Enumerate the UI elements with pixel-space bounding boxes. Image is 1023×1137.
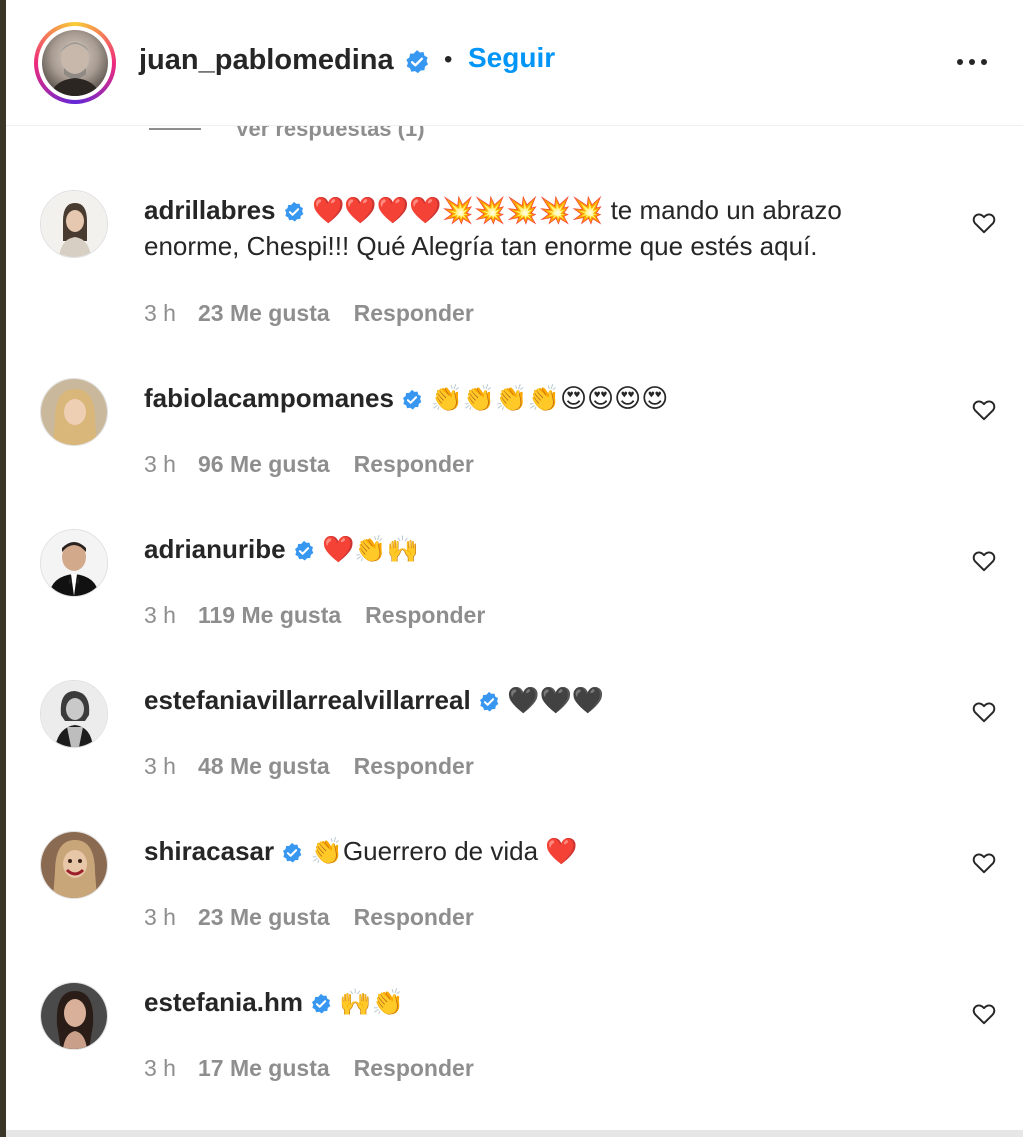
comment-text: adrianuribe ❤️👏🙌 bbox=[144, 531, 934, 567]
verified-badge-icon bbox=[403, 390, 422, 410]
avatar-portrait-icon bbox=[50, 41, 100, 96]
comment-text: estefania.hm 🙌👏 bbox=[144, 984, 934, 1020]
comment-username[interactable]: shiracasar bbox=[144, 836, 274, 866]
comment-time[interactable]: 3 h bbox=[144, 451, 176, 477]
verified-badge-icon bbox=[406, 50, 429, 74]
avatar[interactable] bbox=[40, 982, 108, 1050]
comment-likes[interactable]: 119 Me gusta bbox=[198, 602, 341, 628]
comment-time[interactable]: 3 h bbox=[144, 300, 176, 326]
verified-badge-icon bbox=[294, 541, 314, 561]
more-options-icon[interactable] bbox=[950, 50, 990, 74]
comment-text: shiracasar 👏Guerrero de vida ❤️ bbox=[144, 833, 934, 869]
avatar[interactable] bbox=[40, 529, 108, 597]
heart-outline-icon[interactable] bbox=[971, 850, 997, 876]
comment-text: fabiolacampomanes 👏👏👏👏😍😍😍😍 bbox=[144, 380, 934, 416]
comment-username[interactable]: adrillabres bbox=[144, 195, 276, 225]
comment-meta: 3 h 17 Me gusta Responder bbox=[144, 1055, 474, 1082]
comment-content: ❤️👏🙌 bbox=[322, 534, 420, 564]
comment-time[interactable]: 3 h bbox=[144, 904, 176, 930]
comment-content: 👏👏👏👏😍😍😍😍 bbox=[430, 383, 669, 413]
comments-panel: juan_pablomedina • Seguir Ver respuestas… bbox=[6, 0, 1023, 1130]
reply-button[interactable]: Responder bbox=[354, 1055, 474, 1081]
comment-likes[interactable]: 23 Me gusta bbox=[198, 904, 330, 930]
comment-likes[interactable]: 17 Me gusta bbox=[198, 1055, 330, 1081]
story-ring[interactable] bbox=[34, 22, 116, 104]
avatar-portrait-icon bbox=[41, 191, 107, 257]
comment-content: 👏Guerrero de vida ❤️ bbox=[310, 836, 578, 866]
panel-bottom-edge bbox=[6, 1130, 1023, 1137]
verified-badge-icon bbox=[284, 202, 304, 222]
comment-meta: 3 h 48 Me gusta Responder bbox=[144, 753, 474, 780]
reply-button[interactable]: Responder bbox=[354, 451, 474, 477]
separator-dot: • bbox=[444, 46, 453, 73]
post-author-username[interactable]: juan_pablomedina bbox=[139, 44, 394, 77]
avatar-portrait-icon bbox=[41, 983, 107, 1049]
avatar-portrait-icon bbox=[41, 530, 107, 596]
comment-meta: 3 h 119 Me gusta Responder bbox=[144, 602, 485, 629]
avatar[interactable] bbox=[40, 831, 108, 899]
avatar[interactable] bbox=[40, 190, 108, 258]
comment-content: 🙌👏 bbox=[339, 987, 405, 1017]
avatar[interactable] bbox=[40, 378, 108, 446]
avatar-portrait-icon bbox=[41, 379, 107, 445]
reply-button[interactable]: Responder bbox=[354, 753, 474, 779]
comment-likes[interactable]: 96 Me gusta bbox=[198, 451, 330, 477]
comment-likes[interactable]: 48 Me gusta bbox=[198, 753, 330, 779]
comment-meta: 3 h 96 Me gusta Responder bbox=[144, 451, 474, 478]
comment-text: estefaniavillarrealvillarreal 🖤🖤🖤 bbox=[144, 682, 934, 718]
heart-outline-icon[interactable] bbox=[971, 699, 997, 725]
comment-time[interactable]: 3 h bbox=[144, 602, 176, 628]
avatar bbox=[42, 30, 108, 96]
replies-divider-line bbox=[149, 128, 201, 130]
avatar[interactable] bbox=[40, 680, 108, 748]
comment-time[interactable]: 3 h bbox=[144, 753, 176, 779]
avatar-border bbox=[38, 26, 112, 100]
reply-button[interactable]: Responder bbox=[365, 602, 485, 628]
reply-button[interactable]: Responder bbox=[354, 904, 474, 930]
post-header: juan_pablomedina • Seguir bbox=[6, 0, 1023, 126]
comment-likes[interactable]: 23 Me gusta bbox=[198, 300, 330, 326]
comment-username[interactable]: adrianuribe bbox=[144, 534, 286, 564]
heart-outline-icon[interactable] bbox=[971, 548, 997, 574]
verified-badge-icon bbox=[312, 994, 331, 1014]
avatar-portrait-icon bbox=[41, 681, 107, 747]
comment-username[interactable]: fabiolacampomanes bbox=[144, 383, 394, 413]
avatar-portrait-icon bbox=[41, 832, 107, 898]
reply-button[interactable]: Responder bbox=[354, 300, 474, 326]
comment-meta: 3 h 23 Me gusta Responder bbox=[144, 904, 474, 931]
verified-badge-icon bbox=[283, 843, 302, 863]
follow-button[interactable]: Seguir bbox=[468, 42, 555, 74]
comment-content: 🖤🖤🖤 bbox=[507, 685, 605, 715]
comment-time[interactable]: 3 h bbox=[144, 1055, 176, 1081]
verified-badge-icon bbox=[479, 692, 499, 712]
comment-username[interactable]: estefaniavillarrealvillarreal bbox=[144, 685, 471, 715]
heart-outline-icon[interactable] bbox=[971, 1001, 997, 1027]
comment-text: adrillabres ❤️❤️❤️❤️💥💥💥💥💥 te mando un ab… bbox=[144, 192, 934, 264]
heart-outline-icon[interactable] bbox=[971, 397, 997, 423]
comment-meta: 3 h 23 Me gusta Responder bbox=[144, 300, 474, 327]
comment-username[interactable]: estefania.hm bbox=[144, 987, 303, 1017]
heart-outline-icon[interactable] bbox=[971, 210, 997, 236]
